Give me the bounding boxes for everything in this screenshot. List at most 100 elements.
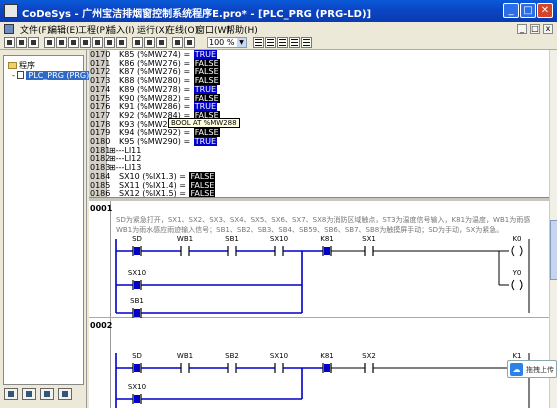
branch-contact-sx10-active-fill [134,395,140,403]
branch-contact-sb1-label: SB1 [130,297,144,305]
coil-k1-label: K1 [512,352,522,360]
mdi-restore-button[interactable]: □ [530,24,540,34]
step-over-icon[interactable] [92,37,103,48]
variable-value[interactable]: FALSE [189,180,216,190]
tree-item-label: PLC_PRG (PRG) [26,71,92,80]
variable-name: K90 (%MW282) = [119,93,193,103]
coil-k0-arc [519,245,523,257]
tree-expander[interactable]: - [12,71,15,80]
coil-k0-arc [511,245,515,257]
cloud-icon: ☁ [510,363,523,376]
variable-value[interactable]: FALSE [193,58,220,68]
mdi-close-button[interactable]: x [543,24,553,34]
login-icon[interactable] [44,37,55,48]
coil-k0-label: K0 [512,235,522,243]
contact-sd-active-fill [134,364,140,372]
contact-sx10-label: SX10 [269,352,289,360]
variable-value[interactable]: TRUE [193,84,218,94]
tab-resources[interactable] [58,388,72,400]
variable-name: K86 (%MW276) = [119,58,193,68]
new-file-icon[interactable] [4,37,15,48]
variable-value[interactable]: FALSE [193,67,220,77]
variable-value[interactable]: TRUE [193,102,218,112]
codesys-window: CoDeSys - 广州宝洁排烟窗控制系统程序E.pro* - [PLC_PRG… [0,0,557,408]
variable-name: K87 (%MW276) = [119,67,193,77]
title-bar: CoDeSys - 广州宝洁排烟窗控制系统程序E.pro* - [PLC_PRG… [0,0,557,22]
variable-value[interactable]: FALSE [193,76,220,86]
stop-icon[interactable] [80,37,91,48]
contact-sb1-label: SB1 [225,235,239,243]
variable-value[interactable]: FALSE [193,93,220,103]
write-values-icon[interactable] [132,37,143,48]
ladder-pane[interactable]: 0001 0002 SD为紧急打开，SX1、SX2、SX3、SX4、SX5、SX… [89,201,549,408]
menu-window[interactable]: 窗口(W) [196,23,230,36]
zoom-value: 100 % [209,38,235,47]
minimize-button[interactable]: _ [503,3,519,18]
close-button[interactable]: ✕ [537,3,553,18]
folder-icon [8,62,17,69]
single-cycle-icon[interactable] [116,37,127,48]
contact-sx2-label: SX2 [362,352,376,360]
contact-sx1-label: SX1 [362,235,376,243]
tab-pous[interactable] [4,388,18,400]
contact-sd-label: SD [132,352,142,360]
reset-coil-icon[interactable] [301,37,312,48]
release-force-icon[interactable] [156,37,167,48]
menu-file[interactable]: 文件(F) [20,23,50,36]
find-next-icon[interactable] [184,37,195,48]
save-icon[interactable] [28,37,39,48]
step-in-icon[interactable] [104,37,115,48]
window-title: CoDeSys - 广州宝洁排烟窗控制系统程序E.pro* - [PLC_PRG… [22,9,372,20]
tree-folder-programs[interactable]: 程序 [8,60,35,71]
variable-name: K94 (%MW292) = [119,128,193,138]
menu-insert[interactable]: 插入(I) [107,23,135,36]
set-coil-icon[interactable] [289,37,300,48]
ladder-diagram [115,239,530,408]
menu-online[interactable]: 在线(O) [166,23,198,36]
parallel-contact-icon[interactable] [265,37,276,48]
logout-icon[interactable] [56,37,67,48]
variable-value[interactable]: FALSE [193,128,220,138]
zoom-select[interactable]: 100 % ▼ [207,37,247,48]
variable-value[interactable]: TRUE [193,137,218,146]
document-icon [4,24,14,34]
upload-drag-button[interactable]: ☁ 拖拽上传 [507,360,557,378]
variable-name: K95 (%MW290) = [119,137,193,146]
menu-help[interactable]: 帮助(H) [226,23,258,36]
maximize-button[interactable]: □ [520,3,536,18]
variable-value[interactable]: TRUE [193,50,218,59]
tab-visualizations[interactable] [40,388,54,400]
tree-item-plc-prg[interactable]: - PLC_PRG (PRG) [12,71,92,80]
contact-icon[interactable] [253,37,264,48]
variable-name: K91 (%MW286) = [119,102,193,112]
program-icon [17,71,25,79]
branch-contact-sx10-label: SX10 [127,269,147,277]
find-icon[interactable] [172,37,183,48]
toolbar: 100 % ▼ [0,36,557,50]
menu-edit[interactable]: 编辑(E) [48,23,79,36]
contact-k81-active-fill [324,364,330,372]
variable-value[interactable]: FALSE [189,171,216,181]
open-file-icon[interactable] [16,37,27,48]
chevron-down-icon[interactable]: ▼ [237,38,246,47]
declaration-pane[interactable]: 0170 K85 (%MW274) = TRUE 0171 K86 (%MW276) … [89,50,549,200]
contact-k81-label: K81 [320,235,334,243]
variable-name: K85 (%MW274) = [119,50,193,59]
scrollbar-thumb[interactable] [550,220,557,280]
variable-name: SX10 (%IX1.3) = [119,171,189,181]
app-icon [4,4,18,18]
tab-data-types[interactable] [22,388,36,400]
mdi-minimize-button[interactable]: _ [517,24,527,34]
contact-sd-active-fill [134,247,140,255]
coil-icon[interactable] [277,37,288,48]
tree-folder-label: 程序 [19,61,35,70]
variable-name: ⊞---LI11 [109,145,142,155]
variable-name: ⊞---LI13 [109,163,142,173]
contact-k81-active-fill [324,247,330,255]
run-icon[interactable] [68,37,79,48]
menu-project[interactable]: 工程(P) [78,23,108,36]
vertical-scrollbar[interactable] [549,50,557,408]
force-values-icon[interactable] [144,37,155,48]
menu-run[interactable]: 运行(X) [137,23,168,36]
branch-contact-sx10-active-fill [134,281,140,289]
